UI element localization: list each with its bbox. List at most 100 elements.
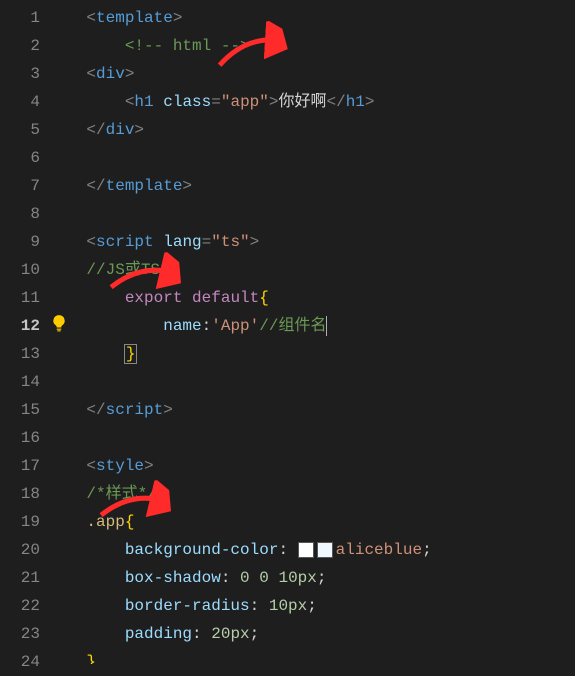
code-token: class [163, 93, 211, 111]
code-token: </ [86, 177, 105, 195]
code-token: "app" [221, 93, 269, 111]
line-number: 12 [0, 312, 40, 340]
code-line[interactable]: export default{ [48, 284, 575, 312]
code-token: default [192, 289, 259, 307]
code-token: div [106, 121, 135, 139]
code-token: > [173, 9, 183, 27]
line-number: 24 [0, 648, 40, 664]
line-number: 11 [0, 284, 40, 312]
code-token: 20px [211, 625, 249, 643]
lightbulb-icon[interactable] [50, 314, 68, 332]
code-token: = [211, 93, 221, 111]
code-token: //组件名 [259, 317, 326, 335]
code-token: > [163, 401, 173, 419]
code-token [154, 93, 164, 111]
code-line[interactable]: } [48, 648, 575, 664]
code-token: : [278, 541, 297, 559]
line-number: 13 [0, 340, 40, 368]
code-line[interactable]: <!-- html --> [48, 32, 575, 60]
code-token: style [96, 457, 144, 475]
code-line[interactable]: </script> [48, 396, 575, 424]
code-line[interactable]: <div> [48, 60, 575, 88]
line-number: 7 [0, 172, 40, 200]
code-token: 10px [278, 569, 316, 587]
code-line[interactable]: //JS或TS [48, 256, 575, 284]
code-token: { [259, 289, 269, 307]
code-line[interactable] [48, 368, 575, 396]
code-token: ; [307, 597, 317, 615]
code-token: /*样式*/ [86, 485, 156, 503]
code-token: = [202, 233, 212, 251]
code-line[interactable]: </template> [48, 172, 575, 200]
line-number: 2 [0, 32, 40, 60]
code-line[interactable]: box-shadow: 0 0 10px; [48, 564, 575, 592]
code-token: ; [317, 569, 327, 587]
code-token: padding [125, 625, 192, 643]
code-line[interactable]: name:'App'//组件名 [48, 312, 575, 340]
code-token: export [125, 289, 183, 307]
code-token: script [106, 401, 164, 419]
code-token: < [86, 9, 96, 27]
code-token: 0 [240, 569, 250, 587]
line-number: 9 [0, 228, 40, 256]
code-token: h1 [346, 93, 365, 111]
code-token: </ [327, 93, 346, 111]
code-token: </ [86, 401, 105, 419]
code-line[interactable] [48, 200, 575, 228]
code-line[interactable]: <template> [48, 4, 575, 32]
code-token: 你好啊 [278, 93, 326, 111]
code-token: script [96, 233, 154, 251]
line-number: 15 [0, 396, 40, 424]
line-number: 1 [0, 4, 40, 32]
line-number-gutter: 123456789101112131415161718192021222324 [0, 0, 48, 672]
code-token: > [134, 121, 144, 139]
code-line[interactable]: <h1 class="app">你好啊</h1> [48, 88, 575, 116]
code-line[interactable]: .app{ [48, 508, 575, 536]
line-number: 20 [0, 536, 40, 564]
code-line[interactable]: <style> [48, 452, 575, 480]
code-token: div [96, 65, 125, 83]
code-token: } [124, 344, 138, 364]
line-number: 19 [0, 508, 40, 536]
code-token: < [86, 457, 96, 475]
line-number: 16 [0, 424, 40, 452]
code-token: < [86, 233, 96, 251]
code-token: { [125, 513, 135, 531]
code-token: box-shadow [125, 569, 221, 587]
code-token: aliceblue [336, 541, 422, 559]
code-line[interactable] [48, 424, 575, 452]
code-token [182, 289, 192, 307]
code-line[interactable]: padding: 20px; [48, 620, 575, 648]
code-line[interactable]: } [48, 340, 575, 368]
line-number: 5 [0, 116, 40, 144]
code-editor[interactable]: 123456789101112131415161718192021222324 … [0, 0, 575, 672]
code-token: <!-- html --> [125, 37, 250, 55]
code-token: template [96, 9, 173, 27]
code-token: : [192, 625, 211, 643]
line-number: 8 [0, 200, 40, 228]
code-token: name [163, 317, 201, 335]
code-token [250, 569, 260, 587]
code-token: 'App' [211, 317, 259, 335]
code-token: .app [86, 513, 124, 531]
color-swatch [317, 542, 333, 558]
code-token: //JS或TS [86, 261, 160, 279]
line-number: 18 [0, 480, 40, 508]
code-line[interactable] [48, 144, 575, 172]
line-number: 17 [0, 452, 40, 480]
code-line[interactable]: <script lang="ts"> [48, 228, 575, 256]
code-line[interactable]: background-color: aliceblue; [48, 536, 575, 564]
code-token: > [182, 177, 192, 195]
code-line[interactable]: </div> [48, 116, 575, 144]
code-token: < [125, 93, 135, 111]
code-token: : [221, 569, 240, 587]
code-token: > [125, 65, 135, 83]
code-token: : [202, 317, 212, 335]
line-number: 14 [0, 368, 40, 396]
code-line[interactable]: /*样式*/ [48, 480, 575, 508]
code-token: > [365, 93, 375, 111]
line-number: 10 [0, 256, 40, 284]
code-line[interactable]: border-radius: 10px; [48, 592, 575, 620]
code-content[interactable]: <template> <!-- html --> <div> <h1 class… [48, 0, 575, 672]
color-swatch [298, 542, 314, 558]
